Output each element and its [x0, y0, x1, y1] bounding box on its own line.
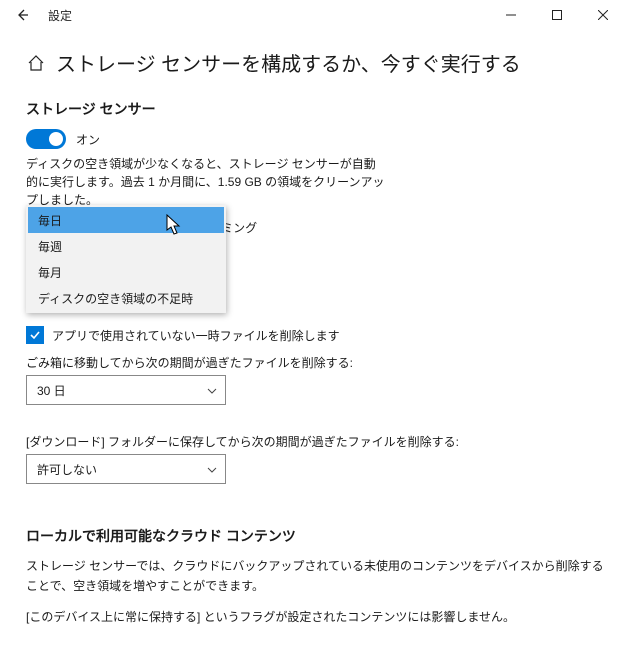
- storage-sensor-section-title: ストレージ センサー: [26, 99, 604, 119]
- storage-sensor-desc: ディスクの空き領域が少なくなると、ストレージ センサーが自動的に実行します。過去…: [26, 155, 386, 209]
- chevron-down-icon: [207, 383, 217, 397]
- temp-files-checkbox[interactable]: [26, 326, 44, 344]
- recycle-bin-label: ごみ箱に移動してから次の期間が過ぎたファイルを削除する:: [26, 354, 604, 371]
- window-maximize-button[interactable]: [534, 0, 580, 30]
- arrow-left-icon: [15, 8, 29, 22]
- timing-option-low-disk[interactable]: ディスクの空き領域の不足時: [28, 285, 224, 311]
- storage-sensor-toggle[interactable]: [26, 129, 66, 149]
- page-title: ストレージ センサーを構成するか、今すぐ実行する: [56, 48, 521, 77]
- chevron-down-icon: [207, 462, 217, 476]
- toggle-state-label: オン: [76, 131, 100, 148]
- timing-dropdown-menu: 毎日 毎週 毎月 ディスクの空き領域の不足時: [26, 205, 226, 313]
- cloud-content-desc: ストレージ センサーでは、クラウドにバックアップされている未使用のコンテンツをデ…: [26, 556, 604, 597]
- downloads-label: [ダウンロード] フォルダーに保存してから次の期間が過ぎたファイルを削除する:: [26, 433, 604, 450]
- timing-option-monthly[interactable]: 毎月: [28, 259, 224, 285]
- recycle-bin-dropdown[interactable]: 30 日: [26, 375, 226, 405]
- window-minimize-button[interactable]: [488, 0, 534, 30]
- check-icon: [29, 329, 41, 341]
- downloads-dropdown[interactable]: 許可しない: [26, 454, 226, 484]
- timing-option-weekly[interactable]: 毎週: [28, 233, 224, 259]
- maximize-icon: [552, 10, 562, 20]
- home-icon[interactable]: [26, 53, 46, 73]
- minimize-icon: [506, 10, 516, 20]
- recycle-bin-value: 30 日: [37, 382, 66, 399]
- back-button[interactable]: [10, 3, 34, 27]
- window-title: 設定: [48, 7, 72, 24]
- cloud-content-section-title: ローカルで利用可能なクラウド コンテンツ: [26, 526, 604, 546]
- window-close-button[interactable]: [580, 0, 626, 30]
- window-titlebar: 設定: [0, 0, 630, 30]
- temp-files-checkbox-label: アプリで使用されていない一時ファイルを削除します: [52, 327, 340, 344]
- downloads-value: 許可しない: [37, 461, 97, 478]
- timing-option-daily[interactable]: 毎日: [28, 207, 224, 233]
- cloud-content-note: [このデバイス上に常に保持する] というフラグが設定されたコンテンツには影響しま…: [26, 607, 604, 627]
- close-icon: [598, 10, 608, 20]
